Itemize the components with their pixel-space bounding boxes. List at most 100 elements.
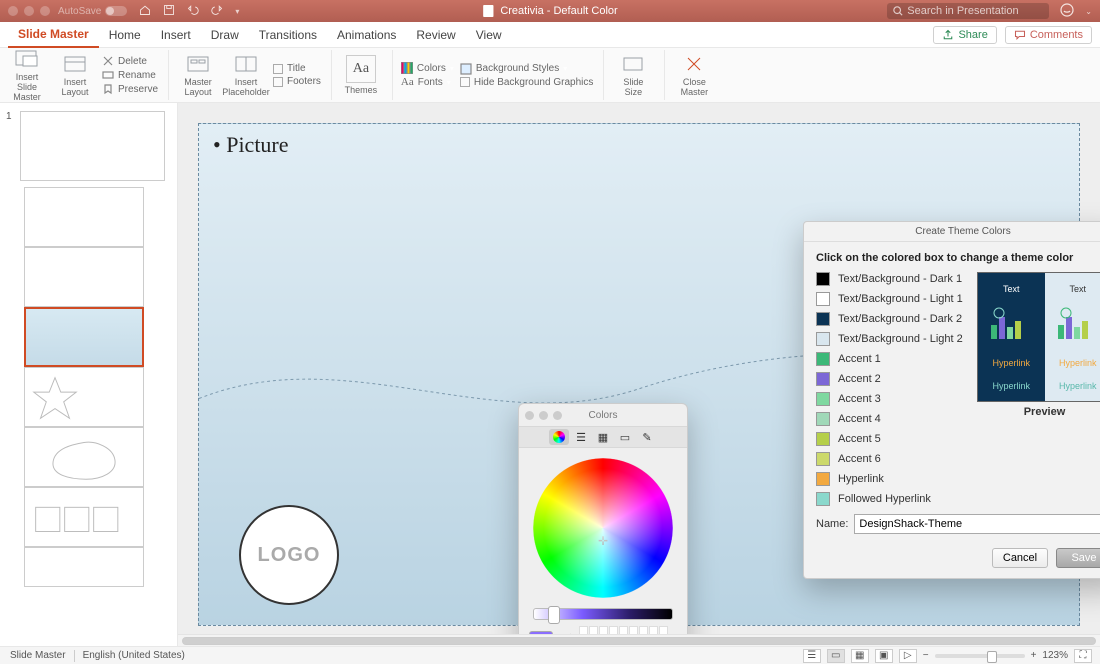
logo-placeholder[interactable]: LOGO	[239, 505, 339, 605]
cancel-button[interactable]: Cancel	[992, 548, 1048, 568]
slide-size-button[interactable]: Slide Size	[612, 51, 654, 99]
save-button[interactable]: Save	[1056, 548, 1100, 568]
color-swatch[interactable]	[816, 472, 830, 486]
preserve-button[interactable]: Preserve	[102, 83, 158, 95]
save-icon[interactable]	[163, 4, 175, 19]
color-swatch[interactable]	[816, 332, 830, 346]
master-thumb[interactable]	[20, 111, 165, 181]
background-styles-menu[interactable]: Background Styles▾	[460, 63, 594, 75]
wheel-cursor-icon[interactable]: ✛	[598, 534, 608, 544]
theme-color-row-9[interactable]: Accent 6	[816, 452, 1100, 466]
chart-icon-light	[1054, 307, 1100, 345]
preview-text-light: Text	[1069, 284, 1086, 294]
color-swatch[interactable]	[816, 432, 830, 446]
wheel-tab-icon[interactable]	[549, 429, 569, 445]
dialog-title[interactable]: Create Theme Colors	[804, 222, 1100, 242]
color-wheel[interactable]: ✛	[533, 458, 673, 598]
expand-icon[interactable]: ⌄	[1085, 7, 1092, 16]
theme-color-row-10[interactable]: Hyperlink	[816, 472, 1100, 486]
bg-icon	[460, 63, 472, 75]
preview-link-light: Hyperlink	[1059, 358, 1097, 368]
tab-slide-master[interactable]: Slide Master	[8, 22, 99, 48]
tab-home[interactable]: Home	[99, 22, 151, 48]
close-master-button[interactable]: Close Master	[673, 51, 715, 99]
themes-button[interactable]: Aa Themes	[340, 53, 382, 97]
spectrum-tab-icon[interactable]: ▭	[615, 429, 635, 445]
search-input[interactable]: Search in Presentation	[887, 3, 1049, 19]
tab-transitions[interactable]: Transitions	[249, 22, 327, 48]
colors-tabs: ☰ ▦ ▭ ✎	[519, 426, 687, 448]
footers-checkbox[interactable]: Footers	[273, 76, 321, 87]
zoom-in-icon[interactable]: +	[1031, 650, 1037, 661]
sliders-tab-icon[interactable]: ☰	[571, 429, 591, 445]
theme-name-input[interactable]	[854, 514, 1100, 534]
normal-view-icon[interactable]: ▭	[827, 649, 845, 663]
layout-thumb-2[interactable]	[24, 247, 144, 307]
color-swatch[interactable]	[816, 372, 830, 386]
status-language[interactable]: English (United States)	[83, 650, 185, 661]
color-label: Accent 5	[838, 433, 881, 445]
tab-animations[interactable]: Animations	[327, 22, 406, 48]
delete-button[interactable]: Delete	[102, 55, 158, 67]
colors-window-titlebar[interactable]: Colors	[519, 404, 687, 426]
theme-color-row-8[interactable]: Accent 5	[816, 432, 1100, 446]
notes-view-icon[interactable]: ☰	[803, 649, 821, 663]
redo-icon[interactable]	[211, 4, 223, 19]
color-swatch[interactable]	[816, 452, 830, 466]
insert-placeholder-button[interactable]: Insert Placeholder	[225, 51, 267, 99]
fit-icon[interactable]: ⛶	[1074, 649, 1092, 663]
colors-window[interactable]: Colors ☰ ▦ ▭ ✎ ✛	[518, 403, 688, 646]
color-swatch[interactable]	[816, 412, 830, 426]
colors-menu[interactable]: Colors▾	[401, 62, 454, 74]
brightness-slider[interactable]	[533, 608, 673, 620]
switch-icon[interactable]	[105, 6, 127, 16]
undo-icon[interactable]	[187, 4, 199, 19]
title-placeholder[interactable]: Picture	[213, 132, 289, 158]
slideshow-icon[interactable]: ▷	[899, 649, 917, 663]
color-swatch[interactable]	[816, 292, 830, 306]
theme-color-row-11[interactable]: Followed Hyperlink	[816, 492, 1100, 506]
comments-button[interactable]: Comments	[1005, 26, 1092, 44]
tab-insert[interactable]: Insert	[151, 22, 201, 48]
insert-slide-master-button[interactable]: Insert Slide Master	[6, 46, 48, 104]
layout-thumb-6[interactable]	[24, 487, 144, 547]
home-icon[interactable]	[139, 4, 151, 19]
horizontal-scrollbar[interactable]	[178, 634, 1100, 646]
tab-draw[interactable]: Draw	[201, 22, 249, 48]
zoom-value[interactable]: 123%	[1042, 650, 1068, 661]
canvas[interactable]: Picture LOGO Colors ☰ ▦ ▭ ✎ ✛	[178, 103, 1100, 646]
pencils-tab-icon[interactable]: ✎	[637, 429, 657, 445]
master-layout-button[interactable]: Master Layout	[177, 51, 219, 99]
colors-traffic-icons[interactable]	[525, 411, 562, 420]
color-swatch[interactable]	[816, 392, 830, 406]
layout-thumb-3[interactable]	[24, 307, 144, 367]
layout-thumb-1[interactable]	[24, 187, 144, 247]
palette-tab-icon[interactable]: ▦	[593, 429, 613, 445]
feedback-icon[interactable]	[1059, 2, 1075, 21]
color-swatch[interactable]	[816, 312, 830, 326]
color-swatch[interactable]	[816, 272, 830, 286]
zoom-out-icon[interactable]: −	[923, 650, 929, 661]
fonts-menu[interactable]: Aa Fonts▾	[401, 76, 454, 88]
hide-bg-checkbox[interactable]: Hide Background Graphics	[460, 77, 594, 88]
preview-text-dark: Text	[1003, 284, 1020, 294]
zoom-slider[interactable]	[935, 654, 1025, 658]
autosave-toggle[interactable]: AutoSave	[58, 6, 127, 17]
reading-view-icon[interactable]: ▣	[875, 649, 893, 663]
layout-thumb-4[interactable]	[24, 367, 144, 427]
layout-thumb-7[interactable]	[24, 547, 144, 587]
rename-button[interactable]: Rename	[102, 69, 158, 81]
insert-layout-button[interactable]: Insert Layout	[54, 51, 96, 99]
title-checkbox[interactable]: Title	[273, 63, 321, 74]
tab-review[interactable]: Review	[406, 22, 465, 48]
qat-more-icon[interactable]: ▾	[235, 7, 239, 16]
slide-panel[interactable]: 1	[0, 103, 178, 646]
sorter-view-icon[interactable]: ▦	[851, 649, 869, 663]
layout-thumb-5[interactable]	[24, 427, 144, 487]
color-swatch[interactable]	[816, 352, 830, 366]
window-controls[interactable]	[0, 6, 58, 16]
share-button[interactable]: Share	[933, 26, 996, 44]
color-swatch[interactable]	[816, 492, 830, 506]
tab-view[interactable]: View	[466, 22, 512, 48]
star-icon	[25, 368, 143, 426]
